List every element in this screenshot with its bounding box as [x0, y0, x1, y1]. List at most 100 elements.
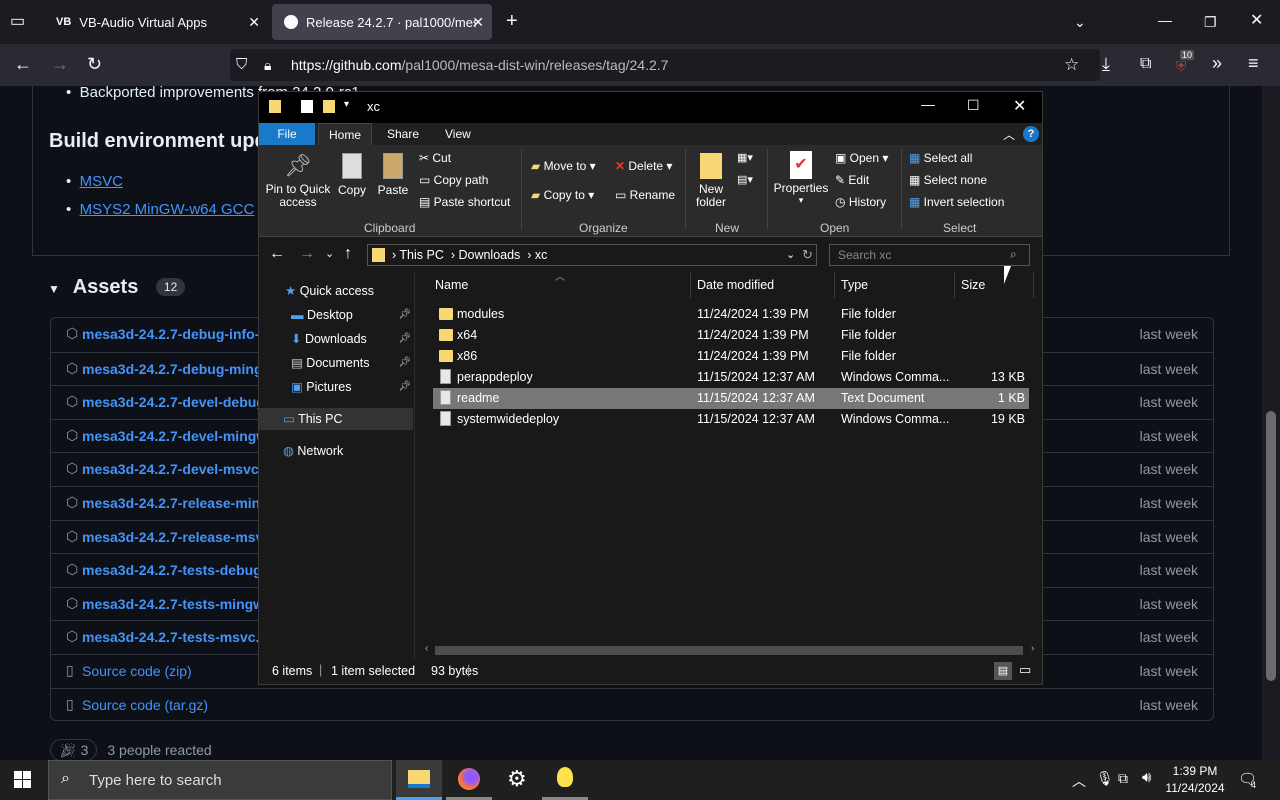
properties-button[interactable]: ✔ Properties ▾: [773, 151, 829, 206]
file-row[interactable]: perappdeploy 11/15/2024 12:37 AM Windows C…: [433, 367, 1029, 388]
nav-this-pc[interactable]: ▭ This PC: [259, 408, 413, 430]
bookmark-star-icon[interactable]: ☆: [1064, 55, 1079, 75]
properties-qa-icon[interactable]: [301, 100, 313, 113]
copy-button[interactable]: Copy: [337, 153, 367, 197]
taskbar-tips[interactable]: [542, 760, 588, 800]
column-separator[interactable]: [1033, 272, 1034, 298]
explorer-close-icon[interactable]: ✕: [1013, 96, 1026, 116]
nav-pictures[interactable]: ▣ Pictures 📌︎: [291, 376, 413, 398]
msvc-link[interactable]: MSVC: [80, 173, 123, 190]
close-tab-icon[interactable]: ✕: [248, 14, 260, 31]
assets-header[interactable]: ▼ Assets 12: [48, 276, 186, 299]
select-none-button[interactable]: ▦ Select none: [909, 173, 987, 187]
column-type[interactable]: Type: [841, 278, 868, 292]
tray-chevron-icon[interactable]: ︿: [1072, 771, 1086, 791]
menu-icon[interactable]: ≡: [1248, 53, 1259, 73]
column-name[interactable]: Name: [435, 278, 468, 292]
downloads-icon[interactable]: ⤓: [1102, 54, 1110, 74]
restore-icon[interactable]: ❐: [1204, 12, 1217, 32]
list-tabs-icon[interactable]: ⌄: [1074, 12, 1086, 32]
tab-vb-audio[interactable]: VB VB-Audio Virtual Apps ✕: [44, 4, 268, 40]
new-folder-button[interactable]: New folder: [691, 153, 731, 209]
tab-share[interactable]: Share: [377, 123, 429, 145]
nav-downloads[interactable]: ⬇ Downloads 📌︎: [291, 328, 413, 350]
file-row[interactable]: systemwidedeploy 11/15/2024 12:37 AM Windo…: [433, 409, 1029, 430]
url-text[interactable]: https://github.com/pal1000/mesa-dist-win…: [291, 57, 668, 73]
explorer-back-icon[interactable]: ←: [269, 244, 285, 264]
tab-view[interactable]: View: [435, 123, 481, 145]
taskbar-settings[interactable]: ⚙: [494, 760, 540, 800]
new-tab-icon[interactable]: +: [506, 11, 518, 31]
file-row[interactable]: modules 11/24/2024 1:39 PM File folder: [433, 304, 1029, 325]
taskbar-firefox[interactable]: [446, 760, 492, 800]
explorer-title-bar[interactable]: ▾ xc — ☐ ✕: [259, 92, 1042, 123]
large-icons-view-icon[interactable]: ▭: [1019, 662, 1031, 678]
back-icon[interactable]: ←: [14, 54, 32, 74]
file-row[interactable]: x86 11/24/2024 1:39 PM File folder: [433, 346, 1029, 367]
invert-selection-button[interactable]: ▦ Invert selection: [909, 195, 1004, 209]
copy-to-button[interactable]: ▰ Copy to ▾: [531, 188, 594, 202]
help-icon[interactable]: ?: [1023, 126, 1039, 142]
history-button[interactable]: ◷ History: [835, 195, 886, 209]
crumb-xc[interactable]: xc: [535, 248, 548, 262]
easy-access-button[interactable]: ▤▾: [737, 173, 753, 186]
search-box[interactable]: Search xc ⌕: [829, 244, 1030, 266]
nav-documents[interactable]: ▤ Documents 📌︎: [291, 352, 413, 374]
scroll-right-icon[interactable]: ›: [1031, 643, 1034, 654]
open-button[interactable]: ▣ Open ▾: [835, 151, 888, 165]
explorer-maximize-icon[interactable]: ☐: [967, 97, 980, 114]
crumb-this-pc[interactable]: This PC: [399, 248, 443, 262]
tab-file[interactable]: File: [259, 123, 315, 145]
column-separator[interactable]: [690, 272, 691, 298]
nav-quick-access[interactable]: ★ Quick access: [285, 280, 374, 302]
microphone-icon[interactable]: 🎙︎: [1096, 770, 1114, 787]
tab-home[interactable]: Home: [318, 123, 373, 145]
reaction-button[interactable]: 🎉︎ 3: [50, 739, 98, 760]
reload-icon[interactable]: ↻: [87, 54, 102, 74]
qa-dropdown-icon[interactable]: ▾: [344, 99, 349, 110]
msys2-link[interactable]: MSYS2 MinGW-w64 GCC: [80, 201, 255, 218]
network-tray-icon[interactable]: ⧉: [1118, 770, 1128, 787]
tracking-shield-icon[interactable]: ⛉: [236, 55, 247, 75]
horizontal-scrollbar[interactable]: ‹ ›: [421, 642, 1041, 658]
forward-icon[interactable]: →: [51, 54, 69, 74]
new-item-button[interactable]: ▦▾: [737, 151, 753, 164]
search-icon[interactable]: ⌕: [1010, 247, 1017, 262]
select-all-button[interactable]: ▦ Select all: [909, 151, 972, 165]
details-view-icon[interactable]: ▤: [994, 662, 1012, 680]
column-separator[interactable]: [954, 272, 955, 298]
refresh-icon[interactable]: ↻: [802, 247, 813, 263]
column-size[interactable]: Size: [961, 278, 985, 292]
column-date-modified[interactable]: Date modified: [697, 278, 774, 292]
file-row[interactable]: readme 11/15/2024 12:37 AM Text Document 1 …: [433, 388, 1029, 409]
clock[interactable]: 1:39 PM 11/24/2024: [1164, 763, 1226, 797]
address-bar[interactable]: › This PC › Downloads › xc ⌄ ↻: [367, 244, 817, 266]
column-separator[interactable]: [834, 272, 835, 298]
paste-shortcut-button[interactable]: ▤ Paste shortcut: [419, 195, 510, 209]
scroll-thumb[interactable]: [1266, 411, 1276, 681]
file-row[interactable]: x64 11/24/2024 1:39 PM File folder: [433, 325, 1029, 346]
edit-button[interactable]: ✎ Edit: [835, 173, 869, 187]
cut-button[interactable]: ✂︎ Cut: [419, 151, 451, 165]
up-folder-icon[interactable]: ↑: [344, 244, 352, 264]
minimize-icon[interactable]: —: [1158, 10, 1172, 30]
windows-start-icon[interactable]: [14, 771, 31, 788]
new-folder-qa-icon[interactable]: [323, 100, 335, 113]
copy-path-button[interactable]: ▭ Copy path: [419, 173, 488, 187]
tab-overview-icon[interactable]: ▭: [10, 12, 25, 32]
move-to-button[interactable]: ▰ Move to ▾: [531, 159, 596, 173]
taskbar-search[interactable]: ⌕ Type here to search: [48, 760, 392, 800]
url-bar[interactable]: ⛉ 🔒︎ https://github.com/pal1000/mesa-dis…: [230, 49, 1100, 81]
page-scrollbar[interactable]: [1262, 86, 1280, 760]
address-dropdown-icon[interactable]: ⌄: [786, 248, 795, 261]
paste-button[interactable]: Paste: [377, 153, 409, 197]
close-window-icon[interactable]: ✕: [1250, 11, 1263, 31]
explorer-minimize-icon[interactable]: —: [921, 96, 935, 112]
nav-network[interactable]: ◍ Network: [283, 440, 343, 462]
taskbar-search-input[interactable]: Type here to search: [89, 772, 222, 789]
crumb-downloads[interactable]: Downloads: [458, 248, 520, 262]
scroll-left-icon[interactable]: ‹: [425, 643, 428, 654]
taskbar-file-explorer[interactable]: [396, 760, 442, 800]
recent-locations-icon[interactable]: ⌄: [325, 244, 334, 264]
explorer-forward-icon[interactable]: →: [299, 244, 315, 264]
